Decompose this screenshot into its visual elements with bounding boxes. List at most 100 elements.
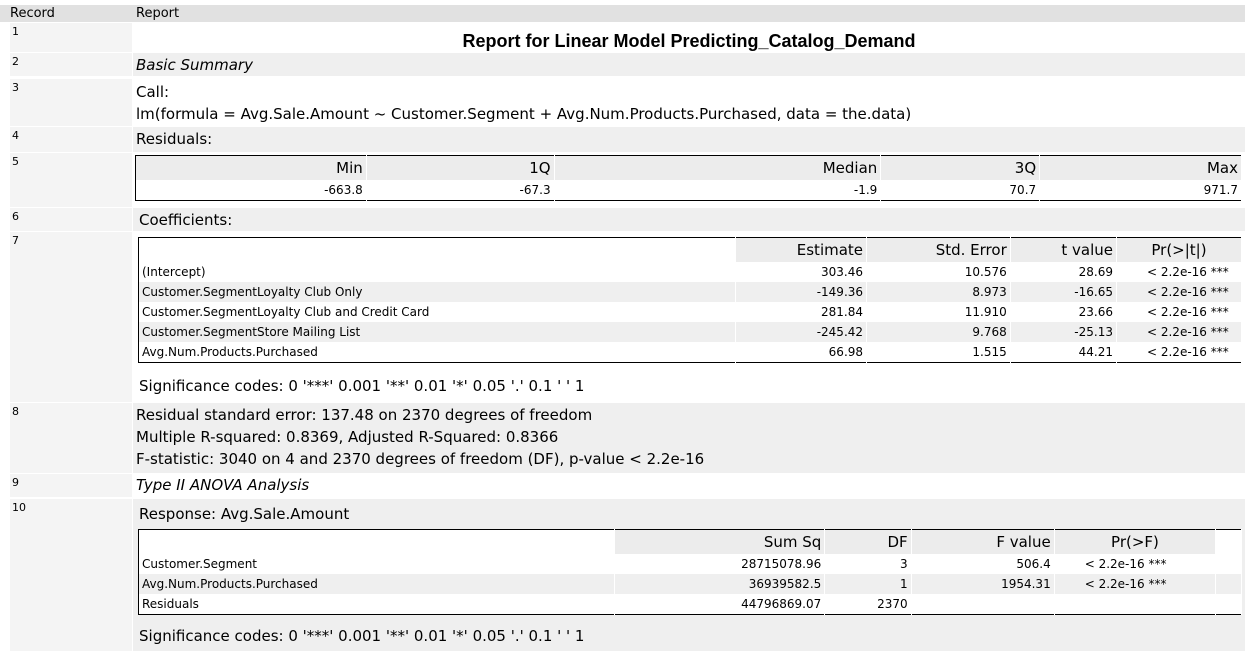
report-column-header: Report: [136, 6, 180, 21]
record-number: 6: [12, 210, 19, 223]
report-row-5: 5 Min 1Q Median 3Q Max -663.8 -67.3 -1.9…: [0, 153, 1245, 207]
table-cell: -16.65: [1010, 282, 1117, 302]
table-header-cell: Pr(>F): [1054, 529, 1217, 554]
table-cell: 11.910: [866, 302, 1011, 322]
residuals-label: Residuals:: [136, 130, 213, 148]
table-cell: < 2.2e-16 ***: [1116, 322, 1243, 342]
record-number: 8: [12, 405, 19, 418]
table-cell: 23.66: [1010, 302, 1117, 322]
table-cell: 66.98: [735, 342, 868, 363]
table-cell: Avg.Num.Products.Purchased: [138, 342, 736, 363]
table-cell: -1.9: [554, 180, 882, 201]
report-title: Report for Linear Model Predicting_Catal…: [462, 31, 916, 51]
table-cell: -149.36: [735, 282, 868, 302]
table-header-cell: Pr(>|t|): [1116, 237, 1243, 262]
report-row-1: 1 Report for Linear Model Predicting_Cat…: [0, 23, 1245, 52]
report-row-8: 8 Residual standard error: 137.48 on 237…: [0, 403, 1245, 473]
residuals-table: Min 1Q Median 3Q Max -663.8 -67.3 -1.9 7…: [135, 155, 1242, 201]
table-header-cell: t value: [1010, 237, 1117, 262]
table-row: (Intercept) 303.46 10.576 28.69 < 2.2e-1…: [138, 262, 1243, 282]
table-cell: 44796869.07: [614, 594, 826, 615]
anova-table: Sum Sq DF F value Pr(>F) Customer.Segmen…: [138, 529, 1242, 615]
table-cell: 10.576: [866, 262, 1011, 282]
record-number: 7: [12, 234, 19, 247]
table-cell: < 2.2e-16 ***: [1054, 574, 1217, 594]
record-column-header: Record: [10, 6, 55, 21]
table-cell: Residuals: [138, 594, 616, 615]
table-row: -663.8 -67.3 -1.9 70.7 971.7: [135, 180, 1242, 201]
table-cell: 2370: [824, 594, 912, 615]
table-row: Customer.SegmentStore Mailing List -245.…: [138, 322, 1243, 342]
anova-heading: Type II ANOVA Analysis: [136, 476, 310, 494]
table-header-cell: Max: [1039, 155, 1242, 180]
column-header: Record Report: [0, 5, 1245, 22]
r-squared: Multiple R-squared: 0.8369, Adjusted R-S…: [136, 428, 559, 446]
table-cell: (Intercept): [138, 262, 736, 282]
table-cell: Customer.SegmentLoyalty Club and Credit …: [138, 302, 736, 322]
table-header-cell: [138, 529, 616, 554]
coefficients-table: Estimate Std. Error t value Pr(>|t|) (In…: [138, 237, 1243, 363]
table-cell: 506.4: [911, 554, 1055, 574]
response-label: Response: Avg.Sale.Amount: [139, 505, 350, 523]
record-number: 3: [12, 81, 19, 94]
table-cell: < 2.2e-16 ***: [1116, 302, 1243, 322]
table-cell: 8.973: [866, 282, 1011, 302]
record-number: 9: [12, 476, 19, 489]
table-row: Residuals 44796869.07 2370: [138, 594, 1242, 615]
significance-codes: Significance codes: 0 '***' 0.001 '**' 0…: [139, 377, 585, 395]
record-number: 2: [12, 55, 19, 68]
record-number: 1: [12, 25, 19, 38]
table-row: Avg.Num.Products.Purchased 36939582.5 1 …: [138, 574, 1242, 594]
table-cell: 70.7: [880, 180, 1041, 201]
report-page: Record Report 1 Report for Linear Model …: [0, 0, 1253, 651]
table-header-cell: Min: [135, 155, 367, 180]
table-cell: 9.768: [866, 322, 1011, 342]
report-row-3: 3 Call: lm(formula = Avg.Sale.Amount ~ C…: [0, 79, 1245, 126]
table-header-cell: Sum Sq: [614, 529, 826, 554]
table-row: Avg.Num.Products.Purchased 66.98 1.515 4…: [138, 342, 1243, 363]
report-row-10: 10 Response: Avg.Sale.Amount Sum Sq DF F…: [0, 499, 1245, 651]
table-header-row: Estimate Std. Error t value Pr(>|t|): [138, 237, 1243, 262]
report-row-2: 2 Basic Summary: [0, 53, 1245, 76]
report-row-7: 7 Estimate Std. Error t value Pr(>|t|) (…: [0, 232, 1245, 402]
call-label: Call:: [136, 83, 170, 101]
table-cell: 1.515: [866, 342, 1011, 363]
table-cell: [1054, 594, 1217, 615]
table-cell: [911, 594, 1055, 615]
table-cell: 44.21: [1010, 342, 1117, 363]
table-header-cell: 3Q: [880, 155, 1041, 180]
table-cell: 3: [824, 554, 912, 574]
table-header-cell: F value: [911, 529, 1055, 554]
basic-summary-heading: Basic Summary: [136, 56, 253, 74]
table-cell: 28715078.96: [614, 554, 826, 574]
table-cell: -67.3: [366, 180, 555, 201]
table-cell: 303.46: [735, 262, 868, 282]
report-row-4: 4 Residuals:: [0, 127, 1245, 152]
table-cell: -25.13: [1010, 322, 1117, 342]
table-header-cell: 1Q: [366, 155, 555, 180]
table-header-cell: Median: [554, 155, 882, 180]
table-cell: -663.8: [135, 180, 367, 201]
record-number: 5: [12, 155, 19, 168]
table-cell: 971.7: [1039, 180, 1242, 201]
anova-significance-codes: Significance codes: 0 '***' 0.001 '**' 0…: [139, 627, 585, 645]
table-cell: < 2.2e-16 ***: [1054, 554, 1217, 574]
table-cell: 281.84: [735, 302, 868, 322]
table-cell: 1954.31: [911, 574, 1055, 594]
coefficients-label: Coefficients:: [139, 211, 233, 229]
report-row-9: 9 Type II ANOVA Analysis: [0, 474, 1245, 497]
table-header-cell: [1215, 529, 1242, 554]
table-row: Customer.Segment 28715078.96 3 506.4 < 2…: [138, 554, 1242, 574]
f-statistic: F-statistic: 3040 on 4 and 2370 degrees …: [136, 450, 705, 468]
table-header-cell: [138, 237, 736, 262]
table-cell: -245.42: [735, 322, 868, 342]
table-header-cell: Estimate: [735, 237, 868, 262]
table-cell: 28.69: [1010, 262, 1117, 282]
residual-standard-error: Residual standard error: 137.48 on 2370 …: [136, 406, 593, 424]
table-cell: Customer.Segment: [138, 554, 616, 574]
table-cell: 36939582.5: [614, 574, 826, 594]
table-row: Customer.SegmentLoyalty Club Only -149.3…: [138, 282, 1243, 302]
table-cell: < 2.2e-16 ***: [1116, 282, 1243, 302]
table-cell: 1: [824, 574, 912, 594]
table-header-cell: Std. Error: [866, 237, 1011, 262]
